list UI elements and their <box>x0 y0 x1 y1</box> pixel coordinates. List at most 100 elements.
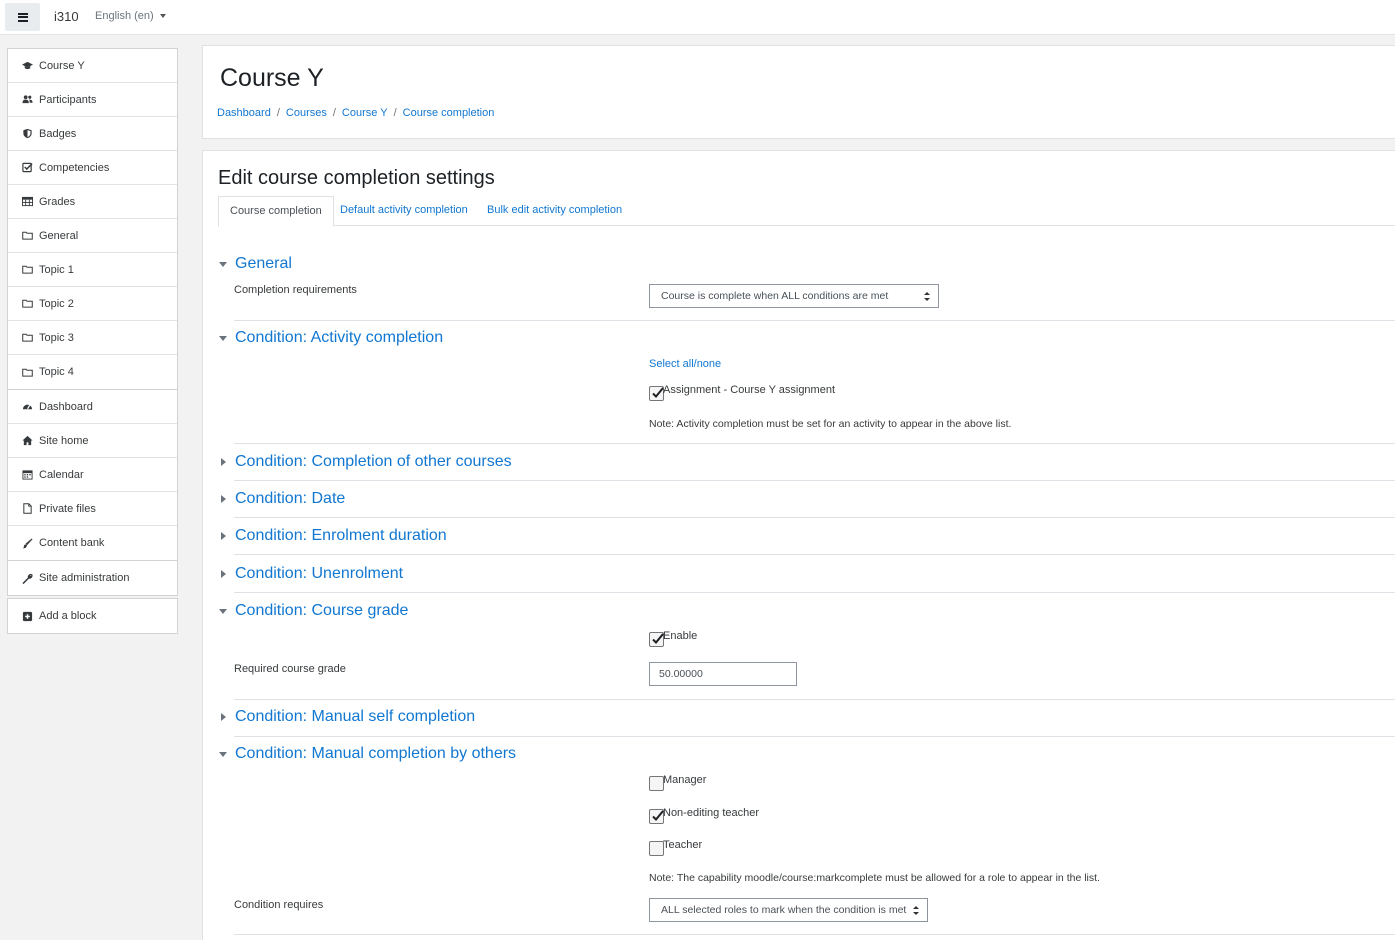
form-title: Edit course completion settings <box>218 167 495 189</box>
folder-icon <box>22 298 33 309</box>
section-title: Condition: Completion of other courses <box>235 453 512 470</box>
breadcrumb-courses[interactable]: Courses <box>286 107 327 119</box>
role-manager-checkbox-row[interactable]: Manager <box>649 774 849 794</box>
enable-grade-checkbox-label: Enable <box>663 630 698 642</box>
nav-item-label: Add a block <box>39 610 97 622</box>
hamburger-icon <box>17 12 28 22</box>
required-course-grade-label: Required course grade <box>234 663 346 675</box>
nav-item-label: Dashboard <box>39 400 93 413</box>
breadcrumb-course-completion[interactable]: Course completion <box>403 107 495 119</box>
nav-item-dashboard[interactable]: Dashboard <box>8 390 177 424</box>
tab-default-activity-completion[interactable]: Default activity completion <box>329 196 479 226</box>
select-all-none-link[interactable]: Select all/none <box>649 358 721 370</box>
nav-item-site-administration[interactable]: Site administration <box>8 561 177 595</box>
course-nav-group: Course Y Participants Badges Competencie… <box>7 48 178 390</box>
expand-icon <box>219 458 235 466</box>
folder-icon <box>22 264 33 275</box>
nav-item-badges[interactable]: Badges <box>8 117 177 151</box>
completion-requirements-label: Completion requirements <box>234 284 357 296</box>
site-name[interactable]: i310 <box>54 9 79 24</box>
tab-course-completion[interactable]: Course completion <box>218 196 334 227</box>
enable-grade-checkbox[interactable] <box>649 632 664 647</box>
nav-item-label: Calendar <box>39 468 84 481</box>
condition-requires-select[interactable]: ALL selected roles to mark when the cond… <box>649 898 928 922</box>
nav-item-participants[interactable]: Participants <box>8 83 177 117</box>
nav-item-label: Grades <box>39 195 76 208</box>
plus-square-icon <box>22 611 33 622</box>
breadcrumb-separator: / <box>276 107 280 119</box>
breadcrumb-separator: / <box>393 107 397 119</box>
role-teacher-checkbox-row[interactable]: Teacher <box>649 839 849 859</box>
role-teacher-checkbox[interactable] <box>649 841 664 856</box>
breadcrumb-course-y[interactable]: Course Y <box>342 107 388 119</box>
select-value: Course is complete when ALL conditions a… <box>661 290 889 302</box>
home-icon <box>22 435 33 446</box>
admin-nav-group: Site administration <box>7 560 178 596</box>
paint-brush-icon <box>22 537 33 549</box>
page-header: Course Y Dashboard / Courses / Course Y … <box>202 45 1395 139</box>
drawer-toggle-button[interactable] <box>5 3 40 31</box>
section-course-grade-toggle[interactable]: Condition: Course grade <box>219 602 408 620</box>
tab-bar: Course completion Default activity compl… <box>218 196 1395 227</box>
divider <box>234 934 1395 935</box>
nav-item-calendar[interactable]: Calendar <box>8 458 177 492</box>
completion-requirements-select[interactable]: Course is complete when ALL conditions a… <box>649 284 939 308</box>
tab-bulk-edit-activity-completion[interactable]: Bulk edit activity completion <box>476 196 633 226</box>
breadcrumb-dashboard[interactable]: Dashboard <box>217 107 271 119</box>
section-date-toggle[interactable]: Condition: Date <box>219 490 345 508</box>
assignment-checkbox-label: Assignment - Course Y assignment <box>663 384 836 396</box>
section-other-courses-toggle[interactable]: Condition: Completion of other courses <box>219 453 512 471</box>
nav-item-course-y[interactable]: Course Y <box>8 49 177 83</box>
divider <box>234 517 1395 518</box>
required-course-grade-input[interactable]: 50.00000 <box>649 662 797 686</box>
nav-item-topic-4[interactable]: Topic 4 <box>8 355 177 389</box>
language-menu[interactable]: English (en) <box>95 10 166 22</box>
graduation-cap-icon <box>22 60 33 71</box>
nav-item-topic-1[interactable]: Topic 1 <box>8 253 177 287</box>
table-icon <box>22 196 33 207</box>
nav-item-label: Topic 1 <box>39 263 74 276</box>
section-title: Condition: Manual self completion <box>235 708 476 725</box>
divider <box>234 592 1395 593</box>
role-non-editing-teacher-checkbox-row[interactable]: Non-editing teacher <box>649 807 849 827</box>
language-label: English (en) <box>95 10 154 22</box>
nav-item-add-block[interactable]: Add a block <box>8 599 177 633</box>
assignment-checkbox-row[interactable]: Assignment - Course Y assignment <box>649 384 949 404</box>
select-value: ALL selected roles to mark when the cond… <box>661 904 907 916</box>
condition-requires-label: Condition requires <box>234 899 324 911</box>
nav-item-label: Topic 4 <box>39 366 74 378</box>
nav-item-private-files[interactable]: Private files <box>8 492 177 526</box>
section-activity-completion-toggle[interactable]: Condition: Activity completion <box>219 329 443 347</box>
section-title: Condition: Manual completion by others <box>235 745 517 762</box>
collapse-icon <box>219 751 235 757</box>
caret-down-icon <box>159 14 166 18</box>
section-enrolment-duration-toggle[interactable]: Condition: Enrolment duration <box>219 527 447 545</box>
divider <box>234 443 1395 444</box>
role-manager-label: Manager <box>663 774 707 786</box>
section-title: Condition: Date <box>235 490 346 507</box>
assignment-checkbox[interactable] <box>649 386 664 401</box>
nav-item-topic-2[interactable]: Topic 2 <box>8 287 177 321</box>
role-manager-checkbox[interactable] <box>649 776 664 791</box>
wrench-icon <box>22 573 33 584</box>
file-icon <box>22 503 33 514</box>
nav-item-label: Site administration <box>39 572 130 584</box>
section-title: Condition: Enrolment duration <box>235 527 447 544</box>
sort-arrows-icon <box>924 292 930 301</box>
expand-icon <box>219 713 235 721</box>
section-manual-self-completion-toggle[interactable]: Condition: Manual self completion <box>219 708 475 726</box>
nav-item-general[interactable]: General <box>8 219 177 253</box>
section-general-toggle[interactable]: General <box>219 255 292 273</box>
nav-item-grades[interactable]: Grades <box>8 185 177 219</box>
expand-icon <box>219 570 235 578</box>
enable-grade-checkbox-row[interactable]: Enable <box>649 630 849 650</box>
role-non-editing-teacher-checkbox[interactable] <box>649 809 664 824</box>
section-manual-completion-by-others-toggle[interactable]: Condition: Manual completion by others <box>219 745 516 763</box>
nav-item-topic-3[interactable]: Topic 3 <box>8 321 177 355</box>
nav-item-site-home[interactable]: Site home <box>8 424 177 458</box>
sort-arrows-icon <box>913 906 919 915</box>
section-unenrolment-toggle[interactable]: Condition: Unenrolment <box>219 565 403 583</box>
nav-item-competencies[interactable]: Competencies <box>8 151 177 185</box>
nav-item-content-bank[interactable]: Content bank <box>8 526 177 560</box>
nav-item-label: Participants <box>39 93 97 106</box>
